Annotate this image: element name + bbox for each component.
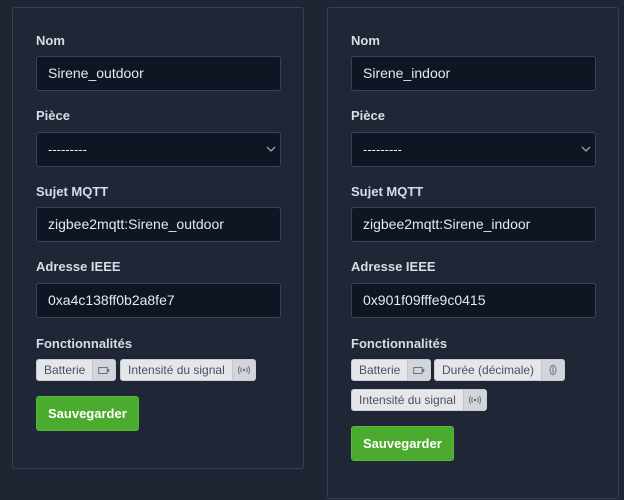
signal-icon — [462, 390, 486, 410]
room-select[interactable]: --------- — [36, 132, 281, 167]
feature-tag-signal: Intensité du signal — [120, 359, 256, 381]
name-label: Nom — [351, 33, 380, 48]
device-card-outdoor: Nom Sirene_outdoor Pièce --------- Sujet… — [12, 7, 304, 469]
feature-tag-label: Intensité du signal — [128, 363, 225, 377]
ieee-label: Adresse IEEE — [351, 259, 436, 274]
features-label: Fonctionnalités — [36, 336, 133, 351]
mqtt-topic-input[interactable]: zigbee2mqtt:Sirene_outdoor — [36, 207, 281, 242]
room-select[interactable]: --------- — [351, 132, 596, 167]
ieee-address-input[interactable]: 0x901f09fffe9c0415 — [351, 283, 596, 318]
mqtt-label: Sujet MQTT — [351, 184, 424, 199]
signal-icon — [231, 360, 255, 380]
battery-icon — [92, 360, 116, 380]
device-card-indoor: Nom Sirene_indoor Pièce --------- Sujet … — [327, 7, 619, 499]
duration-icon — [541, 360, 565, 380]
room-label: Pièce — [351, 108, 385, 123]
name-input[interactable]: Sirene_indoor — [351, 56, 596, 91]
mqtt-label: Sujet MQTT — [36, 184, 109, 199]
chevron-down-icon — [581, 146, 591, 152]
room-select-value: --------- — [48, 142, 87, 157]
features-label: Fonctionnalités — [351, 336, 448, 351]
feature-tag-battery: Batterie — [36, 359, 117, 381]
feature-tag-battery: Batterie — [351, 359, 432, 381]
ieee-address-input[interactable]: 0xa4c138ff0b2a8fe7 — [36, 283, 281, 318]
room-label: Pièce — [36, 108, 70, 123]
save-button[interactable]: Sauvegarder — [36, 396, 139, 431]
feature-tag-duration: Durée (décimale) — [434, 359, 566, 381]
battery-icon — [407, 360, 431, 380]
feature-tag-label: Batterie — [359, 363, 401, 377]
room-select-value: --------- — [363, 142, 402, 157]
ieee-label: Adresse IEEE — [36, 259, 121, 274]
chevron-down-icon — [266, 146, 276, 152]
name-label: Nom — [36, 33, 65, 48]
save-button[interactable]: Sauvegarder — [351, 426, 454, 461]
feature-tag-signal: Intensité du signal — [351, 389, 487, 411]
feature-tag-label: Batterie — [44, 363, 86, 377]
feature-tag-label: Intensité du signal — [359, 393, 456, 407]
name-input[interactable]: Sirene_outdoor — [36, 56, 281, 91]
feature-tag-label: Durée (décimale) — [442, 363, 535, 377]
mqtt-topic-input[interactable]: zigbee2mqtt:Sirene_indoor — [351, 207, 596, 242]
